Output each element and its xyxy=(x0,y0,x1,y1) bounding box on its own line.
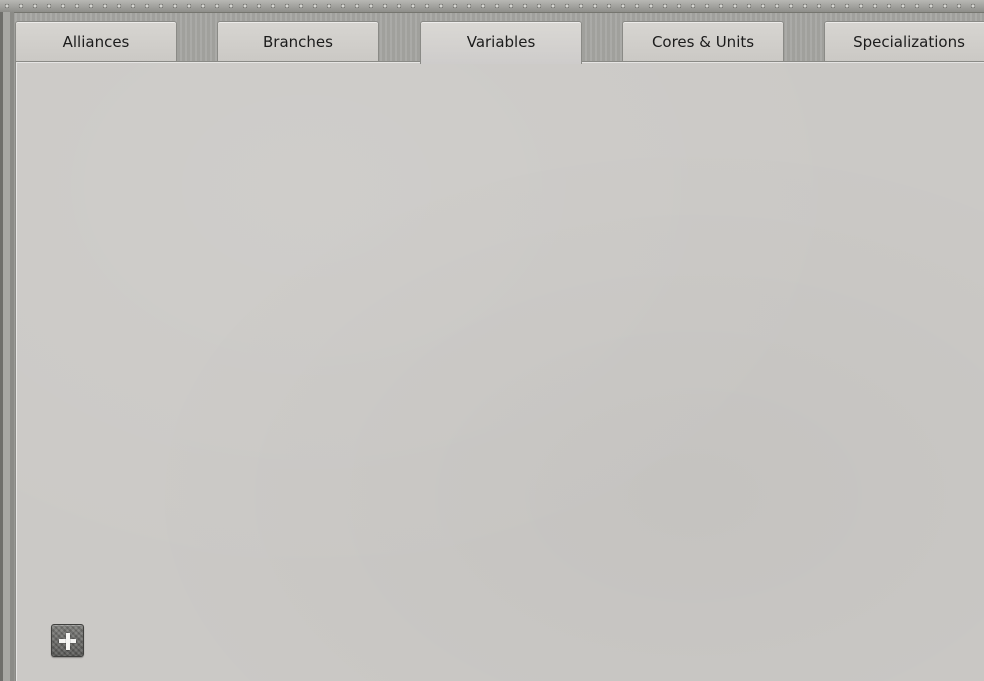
tab-label: Cores & Units xyxy=(651,33,755,51)
tab-cores-units[interactable]: Cores & Units xyxy=(622,21,784,61)
tab-label: Specializations xyxy=(853,33,965,51)
add-variable-button[interactable] xyxy=(51,624,84,657)
plus-icon-vertical-bar xyxy=(65,632,70,650)
tab-bar: Alliances Branches Variables Cores & Uni… xyxy=(0,0,984,64)
tab-label: Variables xyxy=(466,33,536,51)
tab-branches[interactable]: Branches xyxy=(217,21,379,61)
tab-alliances[interactable]: Alliances xyxy=(15,21,177,61)
tab-label: Branches xyxy=(263,33,333,51)
tab-variables[interactable]: Variables xyxy=(420,21,582,64)
editor-window: Alliances Branches Variables Cores & Uni… xyxy=(0,0,984,681)
variables-panel xyxy=(15,61,984,681)
tab-specializations[interactable]: Specializations xyxy=(824,21,984,61)
tab-label: Alliances xyxy=(62,33,130,51)
metal-side-rail xyxy=(0,12,14,681)
